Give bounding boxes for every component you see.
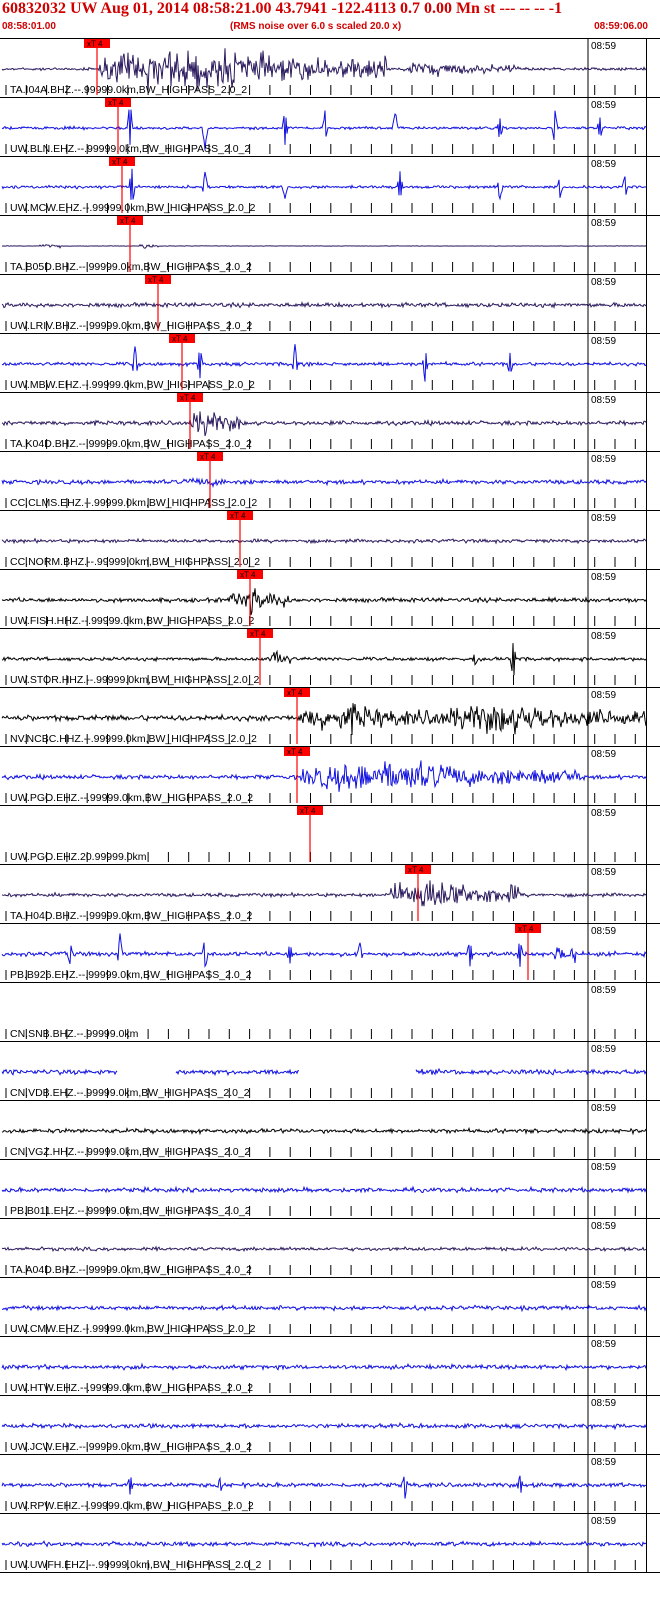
waveform-trace [1,344,647,382]
minute-label: 08:59 [591,277,616,288]
pick-label: xT 4 [148,276,164,285]
minute-label: 08:59 [591,1457,616,1468]
minute-label: 08:59 [591,100,616,111]
pick-label: xT 4 [250,630,266,639]
waveform-trace [1,1067,647,1077]
waveform-trace [1,1475,647,1499]
station-label: TA.A04D.BHZ.--.99999.0km,BW_HIGHPASS_2.0… [10,1264,252,1276]
station-label: UW.HTW.EHZ.--.99999.0km,BW_HIGHPASS_2.0_… [10,1382,253,1394]
pick-label: xT 4 [108,99,124,108]
pick-label: xT 4 [180,394,196,403]
station-label: UW.PGO.EHZ.--.99999.0km,BW_HIGHPASS_2.0_… [10,792,253,804]
minute-label: 08:59 [591,1280,616,1291]
minute-label: 08:59 [591,631,616,642]
pick-label: xT 4 [200,453,216,462]
station-label: UW.BLN.EHZ.--.99999.0km,BW_HIGHPASS_2.0_… [10,143,250,155]
station-label: UW.JCW.EHZ.--.99999.0km,BW_HIGHPASS_2.0_… [10,1441,252,1453]
waveform-trace [1,1126,647,1136]
waveform-trace [1,537,647,545]
pick-label: xT 4 [87,40,103,49]
waveform-trace [1,880,647,907]
station-label: TA.I04A.BHZ.--.99999.0km,BW_HIGHPASS_2.0… [10,84,247,96]
minute-label: 08:59 [591,1162,616,1173]
pick-label: xT 4 [518,925,534,934]
pick-label: xT 4 [230,512,246,521]
waveform-trace [1,588,647,615]
station-label: UW.MCW.EHZ.--.99999.0km,BW_HIGHPASS_2.0_… [10,202,256,214]
minute-label: 08:59 [591,749,616,760]
station-label: TA.H04D.BHZ.--.99999.0km,BW_HIGHPASS_2.0… [10,910,253,922]
waveform-trace [1,1185,647,1194]
minute-label: 08:59 [591,572,616,583]
waveform-trace [1,243,647,249]
station-label: CN.VGZ.HHZ.--.99999.0km,BW_HIGHPASS_2.0_… [10,1146,250,1158]
station-label: TA.K04D.BHZ.--.99999.0km,BW_HIGHPASS_2.0… [10,438,252,450]
minute-label: 08:59 [591,454,616,465]
station-label: CN.SNB.BHZ.--.99999.0km [10,1028,139,1040]
minute-label: 08:59 [591,1516,616,1527]
station-label: UW.RPW.EHZ.--.99999.0km,BW_HIGHPASS_2.0_… [10,1500,254,1512]
pick-label: xT 4 [172,335,188,344]
pick-label: xT 4 [287,689,303,698]
pick-label: xT 4 [300,807,316,816]
station-label: UW.UWFH.EHZ.--.99999.0km,BW_HIGHPASS_2.0… [10,1559,261,1571]
waveform-trace [1,1422,647,1431]
station-label: NV.NCBC.HHZ.--.99999.0km,BW_HIGHPASS_2.0… [10,733,257,745]
minute-label: 08:59 [591,1044,616,1055]
minute-label: 08:59 [591,867,616,878]
station-label: UW.CMW.EHZ.--.99999.0km,BW_HIGHPASS_2.0_… [10,1323,256,1335]
waveform-trace [1,1304,647,1313]
minute-label: 08:59 [591,218,616,229]
minute-label: 08:59 [591,1398,616,1409]
station-label: TA.B05D.BHZ.--.99999.0km,BW_HIGHPASS_2.0… [10,261,252,273]
station-label: UW.PGO.EHZ.20.99999.0km [10,851,147,863]
station-label: UW.LRIV.BHZ.--.99999.0km,BW_HIGHPASS_2.0… [10,320,252,332]
station-label: CC.NORM.BHZ.--.99999.0km,BW_HIGHPASS_2.0… [10,556,260,568]
pick-label: xT 4 [112,158,128,167]
station-label: UW.FISH.HHZ.--.99999.0km,BW_HIGHPASS_2.0… [10,615,254,627]
waveform-trace [1,168,647,201]
station-label: UW.MBW.EHZ.--.99999.0km,BW_HIGHPASS_2.0_… [10,379,255,391]
waveform-trace [1,411,647,437]
pick-label: xT 4 [408,866,424,875]
station-label: PB.B926.EHZ.--.99999.0km,BW_HIGHPASS_2.0… [10,969,252,981]
minute-label: 08:59 [591,808,616,819]
station-label: UW.STOR.HHZ.--.99999.0km,BW_HIGHPASS_2.0… [10,674,260,686]
waveform-trace [1,1362,647,1372]
waveform-trace [1,643,647,676]
minute-label: 08:59 [591,985,616,996]
seismogram-plot: 08:59 TA.I04A.BHZ.--.99999.0km,BW_HIGHPAS… [0,38,660,1573]
minute-label: 08:59 [591,1339,616,1350]
minute-label: 08:59 [591,336,616,347]
minute-label: 08:59 [591,41,616,52]
minute-label: 08:59 [591,1103,616,1114]
station-label: CN.VDB.EHZ.--.99999.0km,BW_HIGHPASS_2.0_… [10,1087,250,1099]
waveform-trace [1,703,647,736]
pick-label: xT 4 [240,571,256,580]
minute-label: 08:59 [591,690,616,701]
minute-label: 08:59 [591,395,616,406]
station-label: CC.CLMS.EHZ.--.99999.0km,BW_HIGHPASS_2.0… [10,497,257,509]
waveform-trace [1,1540,647,1549]
minute-label: 08:59 [591,1221,616,1232]
pick-label: xT 4 [287,748,303,757]
station-label: PB.B011.EHZ.--.99999.0km,BW_HIGHPASS_2.0… [10,1205,251,1217]
waveform-trace [1,301,647,310]
waveform-trace [1,760,647,792]
waveform-trace [1,1245,647,1253]
waveform-trace [1,477,647,488]
waveform-trace [1,933,647,968]
minute-label: 08:59 [591,926,616,937]
minute-label: 08:59 [591,159,616,170]
minute-label: 08:59 [591,513,616,524]
pick-label: xT 4 [120,217,136,226]
